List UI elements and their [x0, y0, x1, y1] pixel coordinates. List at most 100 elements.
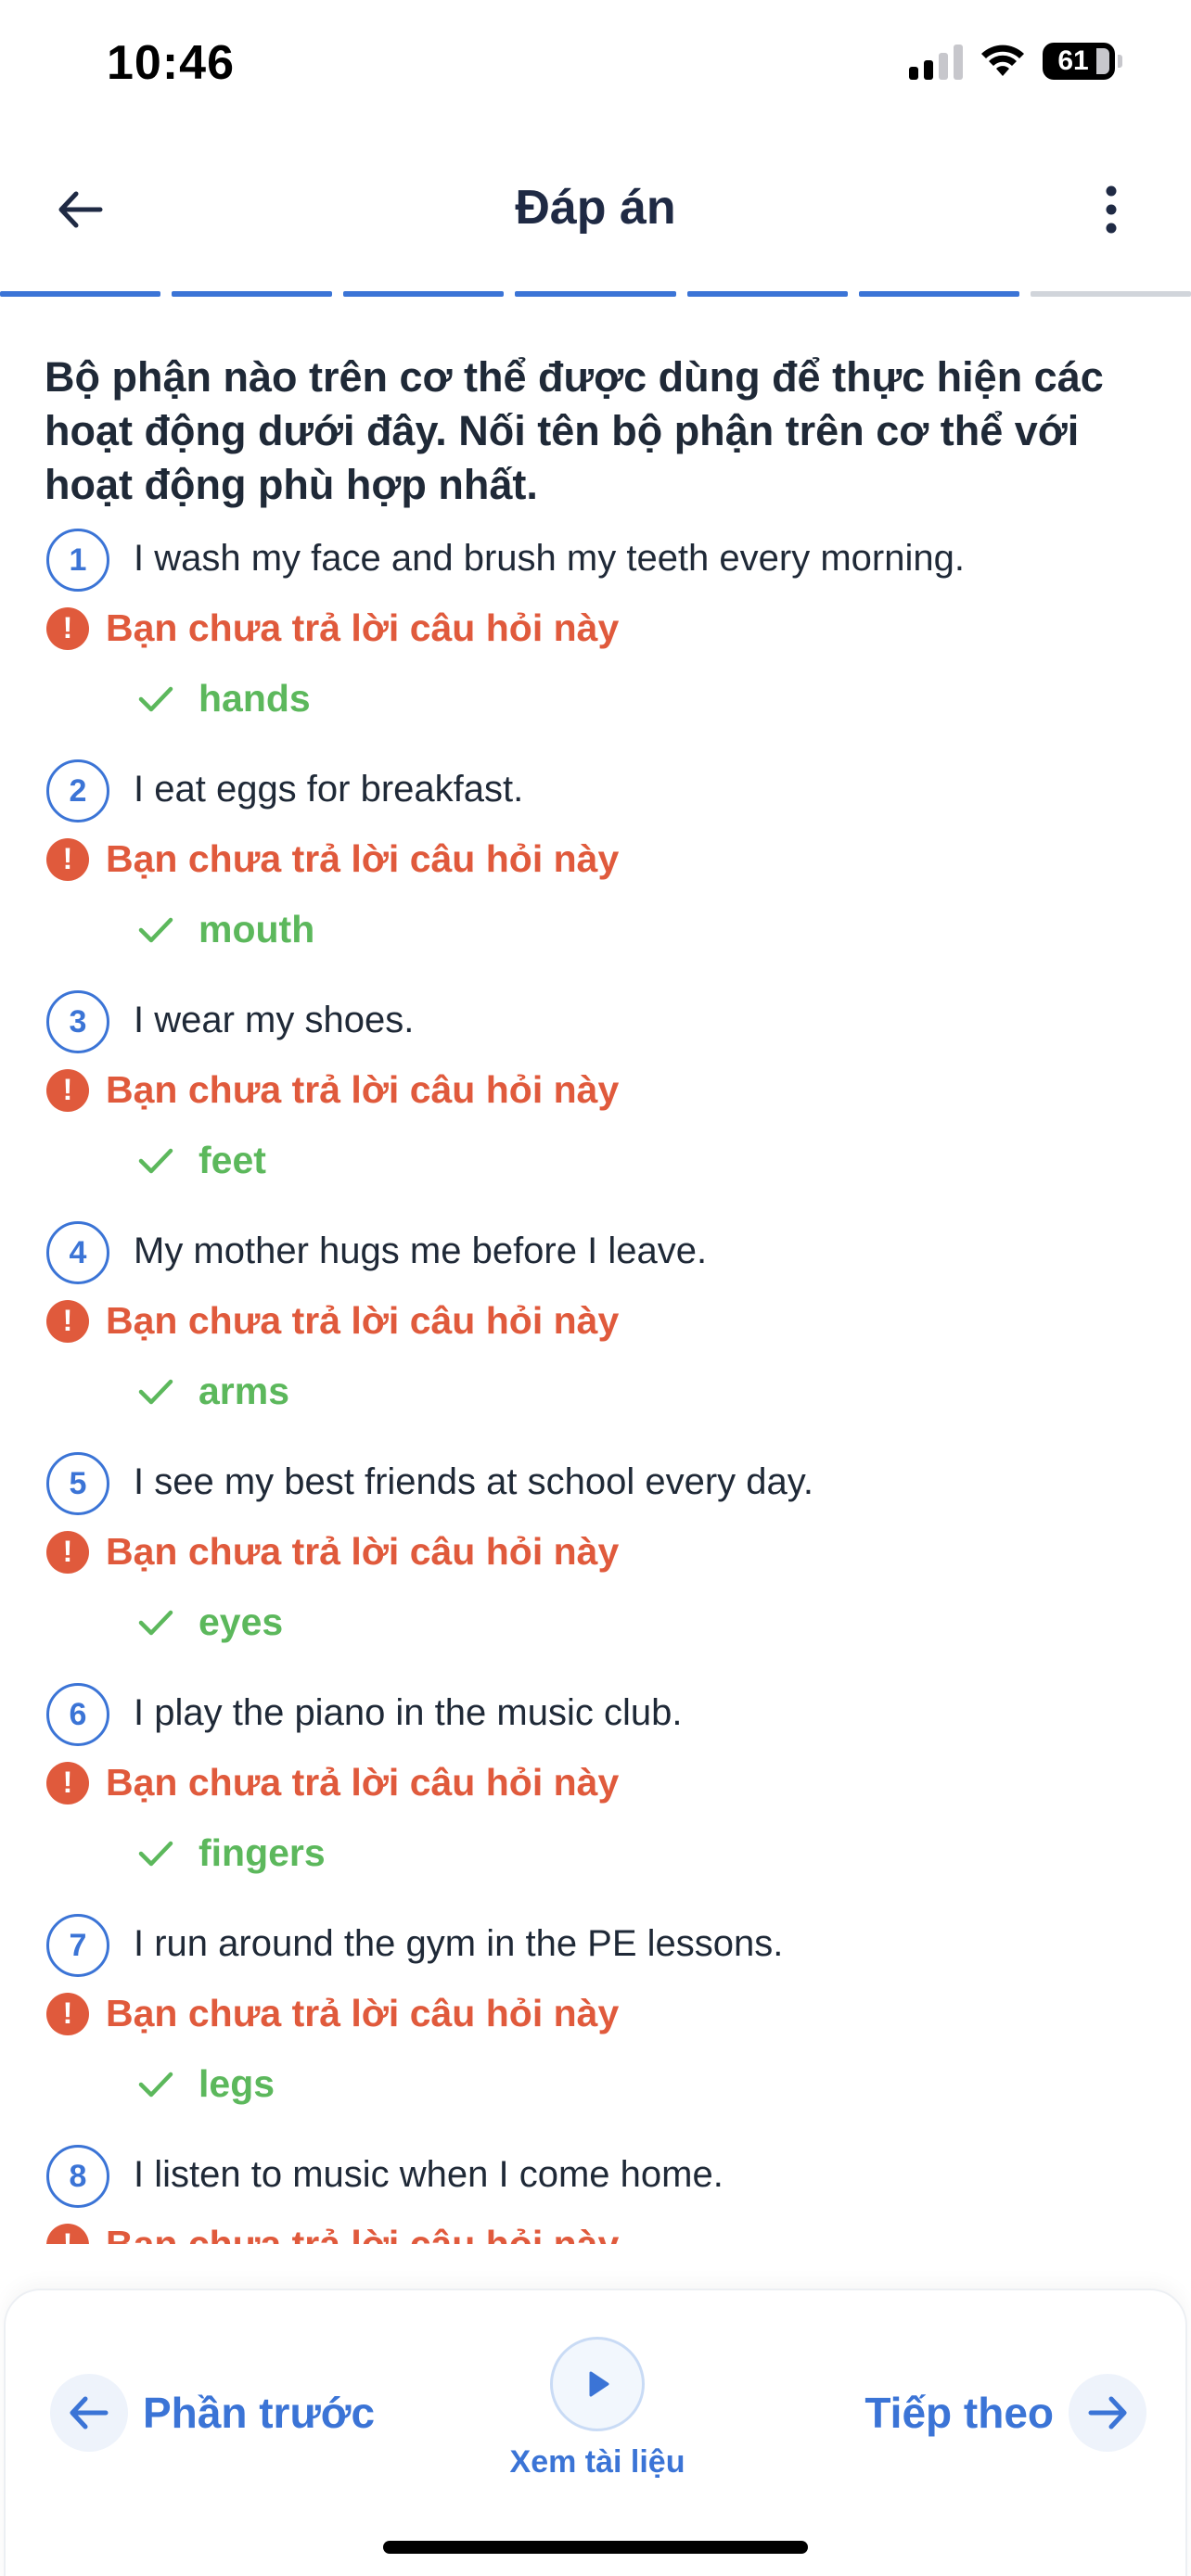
home-indicator[interactable] [383, 2541, 808, 2554]
check-icon [138, 1379, 173, 1404]
item-sentence: I see my best friends at school every da… [134, 1461, 813, 1502]
status-bar: 10:46 61 [0, 0, 1191, 130]
progress-segment [0, 291, 161, 297]
item-number-badge: 7 [46, 1914, 109, 1977]
alert-circle-icon: ! [46, 1068, 89, 1112]
warning-text: Bạn chưa trả lời câu hỏi này [106, 1530, 620, 1573]
warning-text: Bạn chưa trả lời câu hỏi này [106, 2223, 620, 2244]
answer-text: fingers [198, 1831, 326, 1874]
play-icon [550, 2337, 645, 2431]
list-item: 4 My mother hugs me before I leave. ! Bạ… [0, 1221, 1191, 1452]
check-icon [138, 686, 173, 711]
progress-segments [0, 291, 1191, 297]
warning-text: Bạn chưa trả lời câu hỏi này [106, 1992, 620, 2034]
list-item: 6 I play the piano in the music club. ! … [0, 1683, 1191, 1914]
item-number-badge: 4 [46, 1221, 109, 1284]
unanswered-warning: ! Bạn chưa trả lời câu hỏi này [46, 2223, 619, 2244]
next-label: Tiếp theo [864, 2389, 1054, 2437]
answer-text: mouth [198, 908, 315, 950]
warning-text: Bạn chưa trả lời câu hỏi này [106, 1299, 620, 1342]
alert-circle-icon: ! [46, 2223, 89, 2244]
item-number-badge: 6 [46, 1683, 109, 1746]
answer-text: feet [198, 1139, 266, 1181]
answer-list: 1 I wash my face and brush my teeth ever… [0, 529, 1191, 2244]
next-button[interactable]: Tiếp theo [864, 2374, 1146, 2452]
bottom-navigation-bar: Phần trước Xem tài liệu Tiếp theo [4, 2289, 1187, 2576]
warning-text: Bạn chưa trả lời câu hỏi này [106, 837, 620, 880]
progress-segment [858, 291, 1019, 297]
warning-text: Bạn chưa trả lời câu hỏi này [106, 606, 620, 649]
answer-text: eyes [198, 1600, 284, 1643]
warning-text: Bạn chưa trả lời câu hỏi này [106, 1761, 620, 1804]
item-number-badge: 2 [46, 759, 109, 823]
battery-level: 61 [1057, 45, 1089, 76]
progress-segment [343, 291, 505, 297]
item-number-badge: 8 [46, 2145, 109, 2208]
check-icon [138, 917, 173, 942]
check-icon [138, 1148, 173, 1173]
progress-segment [172, 291, 333, 297]
item-sentence: I wash my face and brush my teeth every … [134, 538, 965, 579]
correct-answer: mouth [137, 908, 314, 951]
alert-circle-icon: ! [46, 1992, 89, 2035]
list-item: 3 I wear my shoes. ! Bạn chưa trả lời câ… [0, 990, 1191, 1221]
status-time: 10:46 [107, 36, 235, 90]
alert-circle-icon: ! [46, 837, 89, 881]
previous-section-label: Phần trước [143, 2389, 376, 2437]
question-text: Bộ phận nào trên cơ thể được dùng để thự… [45, 353, 1104, 508]
more-vertical-icon [1106, 185, 1117, 234]
list-item: 1 I wash my face and brush my teeth ever… [0, 529, 1191, 759]
alert-circle-icon: ! [46, 1299, 89, 1343]
item-sentence: I eat eggs for breakfast. [134, 769, 524, 810]
top-app-bar: Đáp án [0, 158, 1191, 260]
unanswered-warning: ! Bạn chưa trả lời câu hỏi này [46, 837, 619, 881]
progress-segment [1030, 291, 1191, 297]
status-indicators: 61 [909, 43, 1122, 80]
view-document-button[interactable]: Xem tài liệu [488, 2337, 707, 2480]
check-icon [138, 1610, 173, 1635]
item-number-badge: 3 [46, 990, 109, 1053]
alert-circle-icon: ! [46, 1530, 89, 1574]
item-number-badge: 1 [46, 529, 109, 592]
answer-text: arms [198, 1370, 290, 1412]
check-icon [138, 1841, 173, 1866]
correct-answer: feet [137, 1139, 266, 1182]
list-item: 5 I see my best friends at school every … [0, 1452, 1191, 1683]
alert-circle-icon: ! [46, 1761, 89, 1804]
previous-section-button[interactable]: Phần trước [50, 2374, 375, 2452]
more-options-button[interactable] [1076, 174, 1146, 245]
unanswered-warning: ! Bạn chưa trả lời câu hỏi này [46, 1530, 619, 1574]
correct-answer: arms [137, 1370, 289, 1413]
correct-answer: hands [137, 677, 311, 721]
item-sentence: I listen to music when I come home. [134, 2154, 724, 2195]
progress-segment [686, 291, 848, 297]
list-item: 2 I eat eggs for breakfast. ! Bạn chưa t… [0, 759, 1191, 990]
progress-segment [515, 291, 676, 297]
cellular-signal-icon [909, 43, 963, 80]
view-document-label: Xem tài liệu [509, 2444, 685, 2480]
page-title: Đáp án [515, 181, 676, 235]
screen: 10:46 61 Đáp án Bộ phận nào trên cơ thể … [0, 0, 1191, 2576]
unanswered-warning: ! Bạn chưa trả lời câu hỏi này [46, 1068, 619, 1112]
item-sentence: My mother hugs me before I leave. [134, 1231, 708, 1271]
arrow-right-circle-icon [1069, 2374, 1146, 2452]
warning-text: Bạn chưa trả lời câu hỏi này [106, 1068, 620, 1111]
check-icon [138, 2072, 173, 2097]
correct-answer: legs [137, 2062, 275, 2106]
battery-icon: 61 [1043, 43, 1122, 80]
unanswered-warning: ! Bạn chưa trả lời câu hỏi này [46, 1992, 619, 2035]
list-item: 8 I listen to music when I come home. ! … [0, 2145, 1191, 2244]
alert-circle-icon: ! [46, 606, 89, 650]
unanswered-warning: ! Bạn chưa trả lời câu hỏi này [46, 606, 619, 650]
unanswered-warning: ! Bạn chưa trả lời câu hỏi này [46, 1761, 619, 1804]
wifi-icon [981, 45, 1024, 76]
correct-answer: fingers [137, 1831, 326, 1875]
unanswered-warning: ! Bạn chưa trả lời câu hỏi này [46, 1299, 619, 1343]
correct-answer: eyes [137, 1600, 283, 1644]
arrow-left-circle-icon [50, 2374, 128, 2452]
item-sentence: I run around the gym in the PE lessons. [134, 1923, 784, 1964]
answer-text: hands [198, 677, 311, 720]
list-item: 7 I run around the gym in the PE lessons… [0, 1914, 1191, 2145]
item-sentence: I play the piano in the music club. [134, 1692, 683, 1733]
item-sentence: I wear my shoes. [134, 1000, 415, 1040]
